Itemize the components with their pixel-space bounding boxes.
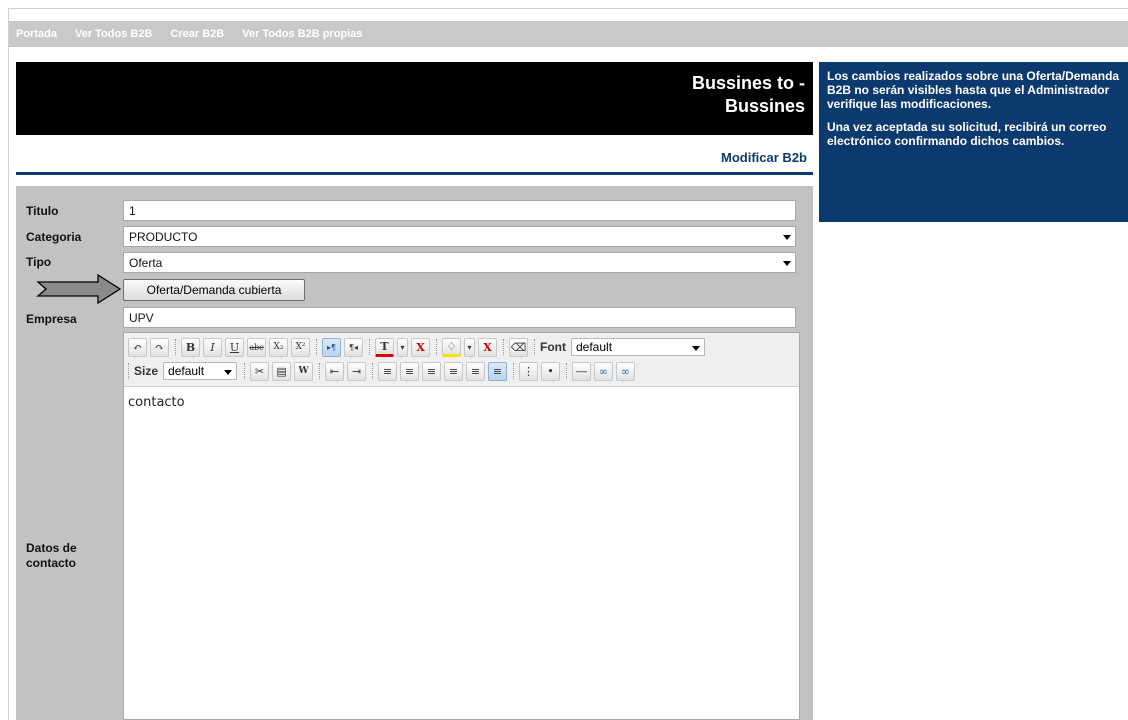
paste-from-word-icon[interactable]: W <box>294 361 314 381</box>
toolbar-separator <box>534 339 535 355</box>
tipo-label: Tipo <box>26 255 52 269</box>
toolbar-separator <box>244 363 246 379</box>
categoria-select[interactable]: PRODUCTO <box>123 226 796 247</box>
empresa-value: UPV <box>129 311 154 325</box>
empresa-input[interactable]: UPV <box>123 307 796 328</box>
remove-link-icon[interactable]: ∞ <box>616 361 636 381</box>
titulo-label: Titulo <box>26 204 59 218</box>
page-subtitle: Modificar B2b <box>721 150 807 165</box>
info-paragraph-2: Una vez aceptada su solicitud, recibirá … <box>827 120 1107 148</box>
tipo-select[interactable]: Oferta <box>123 252 796 273</box>
chevron-down-icon <box>783 261 791 266</box>
datos-contacto-label: Datos de contacto <box>26 541 77 571</box>
font-select[interactable]: default <box>571 338 705 356</box>
nav-link-crear-b2b[interactable]: Crear B2B <box>170 28 224 40</box>
background-color-icon[interactable]: ♢ <box>442 337 461 357</box>
banner-title-line2: Bussines <box>724 96 805 116</box>
toolbar-separator <box>566 363 568 379</box>
size-label: Size <box>134 364 159 378</box>
redo-icon[interactable]: ↷ <box>150 337 169 357</box>
empresa-label: Empresa <box>26 312 77 326</box>
datos-contacto-label-line1: Datos de <box>26 541 77 555</box>
indent-icon[interactable]: ⇥ <box>347 361 367 381</box>
categoria-value: PRODUCTO <box>129 230 198 244</box>
oferta-demanda-cubierta-button[interactable]: Oferta/Demanda cubierta <box>123 279 305 301</box>
remove-text-color-icon[interactable]: X <box>411 337 430 357</box>
ordered-list-icon[interactable]: ⋮ <box>519 361 539 381</box>
eraser-icon[interactable]: ⌫ <box>509 337 528 357</box>
justify-full-active-icon[interactable]: ≡ <box>488 361 508 381</box>
remove-background-color-icon[interactable]: X <box>478 337 497 357</box>
rich-text-editor[interactable]: ↶ ↷ B I U abc X₂ X² ▸¶ ¶◂ T ▾ X ♢ ▾ X ⌫ … <box>123 332 800 720</box>
align-justify-icon[interactable]: ≡ <box>444 361 464 381</box>
size-select[interactable]: default <box>163 362 238 380</box>
insert-link-icon[interactable]: ∞ <box>594 361 614 381</box>
datos-contacto-label-line2: contacto <box>26 556 77 570</box>
toolbar-separator <box>319 363 321 379</box>
titulo-value: 1 <box>129 204 136 218</box>
size-value: default <box>168 364 205 378</box>
align-left-icon[interactable]: ≡ <box>378 361 398 381</box>
strikethrough-icon[interactable]: abc <box>247 337 266 357</box>
underline-icon[interactable]: U <box>225 337 244 357</box>
align-right-icon[interactable]: ≡ <box>422 361 442 381</box>
rtl-direction-icon[interactable]: ¶◂ <box>344 337 363 357</box>
cut-icon[interactable]: ✂ <box>250 361 270 381</box>
chevron-down-icon <box>224 370 233 375</box>
top-navigation: Portada Ver Todos B2B Crear B2B Ver Todo… <box>9 21 1128 47</box>
horizontal-rule-icon[interactable]: ― <box>572 361 592 381</box>
info-notice: Los cambios realizados sobre una Oferta/… <box>819 62 1128 222</box>
pointer-arrow-icon <box>36 274 122 304</box>
bold-icon[interactable]: B <box>181 337 200 357</box>
nav-link-portada[interactable]: Portada <box>16 28 57 40</box>
subscript-icon[interactable]: X₂ <box>269 337 288 357</box>
font-label: Font <box>540 340 566 354</box>
toolbar-separator <box>436 339 437 355</box>
banner-title: Bussines to - Bussines <box>605 72 805 118</box>
background-color-dropdown-icon[interactable]: ▾ <box>464 337 475 357</box>
toolbar-separator <box>369 339 370 355</box>
toolbar-separator <box>128 363 129 379</box>
italic-icon[interactable]: I <box>203 337 222 357</box>
banner-title-line1: Bussines to - <box>691 73 805 93</box>
ltr-direction-icon[interactable]: ▸¶ <box>322 337 341 357</box>
editor-content[interactable]: contacto <box>128 395 185 410</box>
align-full-justify-icon[interactable]: ≡ <box>466 361 486 381</box>
chevron-down-icon <box>783 235 791 240</box>
toolbar-separator <box>372 363 374 379</box>
unordered-list-icon[interactable]: • <box>541 361 561 381</box>
categoria-label: Categoria <box>26 230 82 244</box>
header-banner: Bussines to - Bussines <box>16 62 813 135</box>
nav-link-ver-todos-b2b-propias[interactable]: Ver Todos B2B propias <box>242 28 362 40</box>
titulo-input[interactable]: 1 <box>123 200 796 221</box>
font-value: default <box>576 340 613 354</box>
toolbar-separator <box>175 339 176 355</box>
text-color-icon[interactable]: T <box>375 337 394 357</box>
chevron-down-icon <box>692 346 700 351</box>
nav-link-ver-todos-b2b[interactable]: Ver Todos B2B <box>75 28 152 40</box>
tipo-value: Oferta <box>129 256 163 270</box>
outdent-icon[interactable]: ⇤ <box>325 361 345 381</box>
toolbar-separator <box>513 363 515 379</box>
info-paragraph-1: Los cambios realizados sobre una Oferta/… <box>827 69 1120 111</box>
superscript-icon[interactable]: X² <box>291 337 310 357</box>
text-color-dropdown-icon[interactable]: ▾ <box>397 337 408 357</box>
toolbar-row-1: ↶ ↷ B I U abc X₂ X² ▸¶ ¶◂ T ▾ X ♢ ▾ X ⌫ … <box>128 336 705 358</box>
toolbar-separator <box>316 339 317 355</box>
undo-icon[interactable]: ↶ <box>128 337 147 357</box>
paste-icon[interactable]: ▤ <box>272 361 292 381</box>
subtitle-divider <box>16 172 813 175</box>
toolbar-row-2: Size default ✂ ▤ W ⇤ ⇥ ≡ ≡ ≡ ≡ ≡ ≡ ⋮ • ―… <box>128 360 638 382</box>
editor-toolbar: ↶ ↷ B I U abc X₂ X² ▸¶ ¶◂ T ▾ X ♢ ▾ X ⌫ … <box>124 333 799 387</box>
toolbar-separator <box>503 339 504 355</box>
align-center-icon[interactable]: ≡ <box>400 361 420 381</box>
